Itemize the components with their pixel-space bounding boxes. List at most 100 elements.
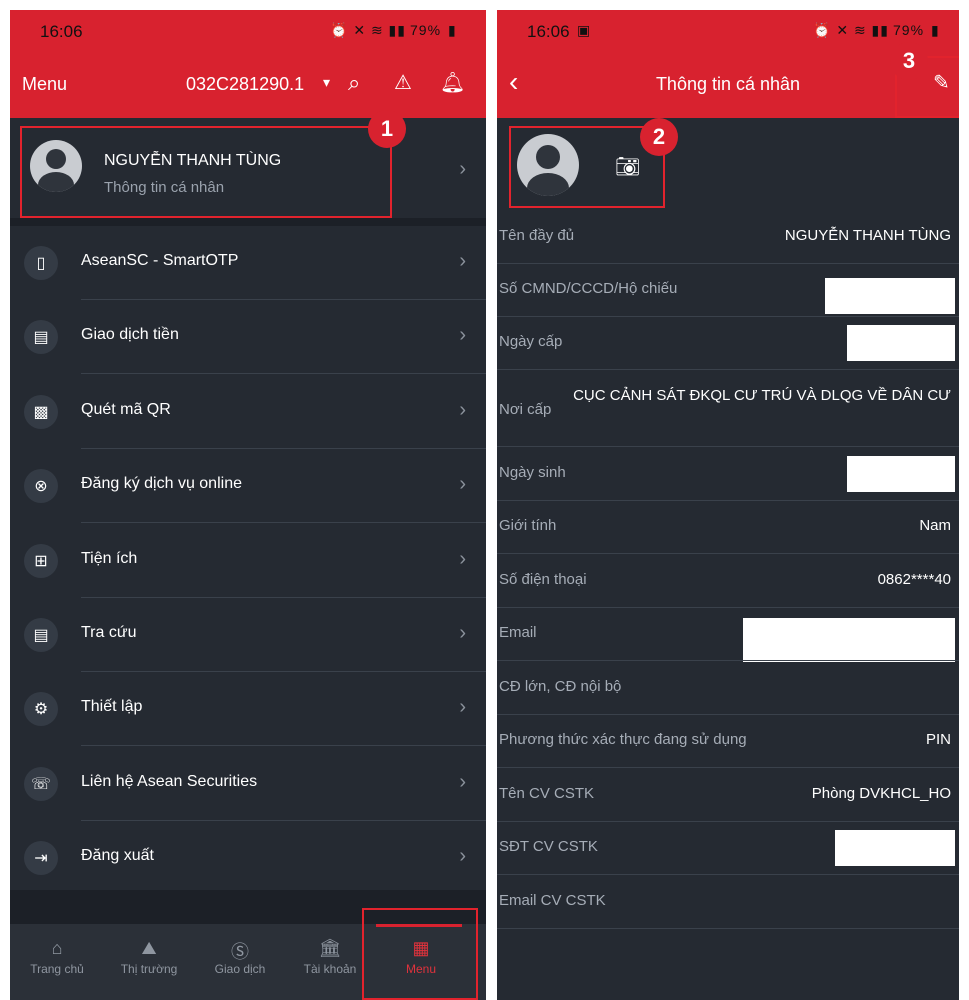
lifebuoy-icon: ⊗ [24, 469, 58, 504]
nav-label: Giao dịch [214, 962, 266, 976]
field-label: Ngày sinh [499, 464, 566, 481]
info-row: Ngày cấp [497, 317, 959, 370]
info-row: Email CV CSTK [497, 876, 959, 929]
status-icons: ⏰ ✕ ≋ ▮▮ [813, 22, 889, 38]
page-title: Menu [22, 74, 68, 94]
nav-label: Tài khoản [303, 962, 357, 976]
field-label: Số điện thoại [499, 571, 587, 588]
receipt-icon: ▤ [24, 618, 58, 652]
logout-icon: ⇥ [24, 841, 58, 876]
info-row: Tên đầy đủ NGUYỄN THANH TÙNG [497, 211, 959, 264]
warning-icon[interactable]: ⚠ [394, 70, 412, 95]
status-time: 16:06 [527, 22, 570, 41]
field-value: Phòng DVKHCL_HO [811, 785, 951, 802]
menu-item[interactable]: ⊗ Đăng ký dịch vụ online › [10, 449, 486, 524]
battery-level: 79% [410, 22, 442, 38]
redaction-box [743, 618, 955, 662]
chevron-right-icon: › [459, 250, 466, 272]
menu-item-label: Tra cứu [81, 624, 137, 641]
divider [497, 928, 959, 929]
chevron-right-icon: › [459, 398, 466, 421]
battery-icon: ▮ [931, 22, 940, 38]
chevron-right-icon: › [459, 473, 466, 496]
info-row: Số điện thoại 0862****40 [497, 555, 959, 608]
field-label: Số CMND/CCCD/Hộ chiếu [499, 280, 678, 297]
field-value: Nam [919, 517, 951, 534]
chevron-right-icon: › [459, 324, 466, 347]
profile-screen: 16:06 ▣ ⏰ ✕ ≋ ▮▮ 79% ▮ ‹ Thông tin cá nh… [497, 10, 959, 1000]
field-label: Email [499, 624, 537, 641]
field-value: NGUYỄN THANH TÙNG [784, 227, 951, 244]
menu-screen: 16:06 ⏰ ✕ ≋ ▮▮ 79% ▮ Menu 032C281290.1 ▾… [10, 10, 486, 1000]
annotation-badge-2: 2 [640, 118, 678, 156]
section-separator [10, 218, 486, 226]
menu-item[interactable]: ▤ Giao dịch tiền › [10, 300, 486, 375]
search-icon[interactable]: ⌕ [348, 70, 360, 96]
menu-item[interactable]: ☏ Liên hệ Asean Securities › [10, 747, 486, 821]
apps-icon: ⊞ [24, 543, 58, 578]
menu-item-label: Liên hệ Asean Securities [81, 772, 258, 790]
status-time: 16:06 [40, 22, 83, 41]
info-row: CĐ lớn, CĐ nội bộ [497, 662, 959, 715]
nav-label: Trang chủ [30, 962, 84, 976]
divider [497, 767, 959, 768]
field-label: Nơi cấp [499, 401, 552, 418]
nav-label: Thị trường [120, 962, 178, 976]
bell-icon[interactable]: 🔔︎ [440, 70, 465, 95]
page-title: Thông tin cá nhân [655, 74, 801, 94]
field-label: Giới tính [499, 517, 557, 534]
dollar-icon: Ⓢ [231, 942, 249, 962]
field-value: CỤC CẢNH SÁT ĐKQL CƯ TRÚ VÀ DLQG VỀ DÂN … [573, 387, 951, 404]
redaction-box [835, 830, 955, 866]
chevron-right-icon: › [459, 845, 466, 868]
gallery-icon: ▣ [577, 22, 592, 38]
account-selector[interactable]: 032C281290.1 [186, 74, 304, 95]
info-row: Số CMND/CCCD/Hộ chiếu [497, 264, 959, 317]
menu-item[interactable]: ⇥ Đăng xuất › [10, 821, 486, 895]
menu-item[interactable]: ⊞ Tiện ích › [10, 524, 486, 598]
info-row: Giới tính Nam [497, 501, 959, 554]
chevron-right-icon: › [459, 696, 466, 719]
field-label: CĐ lớn, CĐ nội bộ [499, 678, 622, 695]
menu-item[interactable]: ▯ AseanSC - SmartOTP › [10, 226, 486, 300]
gear-icon: ⚙ [24, 692, 58, 727]
nav-trade[interactable]: Ⓢ Giao dịch [195, 930, 285, 976]
chevron-right-icon: › [459, 158, 466, 180]
chart-icon: ⛰ [141, 938, 157, 958]
nav-market[interactable]: ⛰ Thị trường [104, 930, 194, 976]
field-label: Phương thức xác thực đang sử dụng [499, 731, 747, 748]
call-icon: ☏ [24, 766, 58, 801]
field-value: 0862****40 [877, 571, 951, 588]
status-icons: ⏰ ✕ ≋ ▮▮ [330, 22, 406, 38]
chevron-right-icon: › [459, 622, 466, 644]
chevron-down-icon[interactable]: ▾ [323, 74, 330, 91]
battery-level: 79% [893, 22, 925, 38]
menu-item[interactable]: ▩ Quét mã QR › [10, 375, 486, 449]
menu-item[interactable]: ▤ Tra cứu › [10, 598, 486, 672]
divider [497, 446, 959, 447]
divider [497, 369, 959, 370]
menu-item-label: Quét mã QR [81, 400, 171, 418]
field-label: Ngày cấp [499, 333, 563, 350]
redaction-box [847, 325, 955, 361]
menu-item[interactable]: ⚙ Thiết lập › [10, 672, 486, 747]
redaction-box [847, 456, 955, 492]
redaction-box [825, 278, 955, 314]
menu-item-label: AseanSC - SmartOTP [81, 252, 239, 269]
divider [497, 553, 959, 554]
divider [497, 660, 959, 661]
menu-item-label: Tiện ích [81, 549, 138, 567]
battery-icon: ▮ [448, 22, 457, 38]
menu-item-label: Đăng ký dịch vụ online [81, 475, 242, 493]
menu-item-label: Thiết lập [81, 698, 143, 716]
info-row: Nơi cấp CỤC CẢNH SÁT ĐKQL CƯ TRÚ VÀ DLQG … [497, 371, 959, 447]
info-row: Tên CV CSTK Phòng DVKHCL_HO [497, 769, 959, 822]
info-row: Ngày sinh [497, 448, 959, 501]
field-value: PIN [925, 731, 951, 748]
status-bar: 16:06 ▣ ⏰ ✕ ≋ ▮▮ 79% ▮ [497, 10, 959, 48]
menu-item-label: Giao dịch tiền [81, 326, 179, 344]
menu-item-label: Đăng xuất [81, 847, 154, 865]
nav-home[interactable]: ⌂ Trang chủ [12, 930, 102, 976]
menu-header: Menu 032C281290.1 ▾ ⌕ ⚠ 🔔︎ [10, 48, 486, 118]
annotation-badge-3: 3 [890, 42, 928, 80]
